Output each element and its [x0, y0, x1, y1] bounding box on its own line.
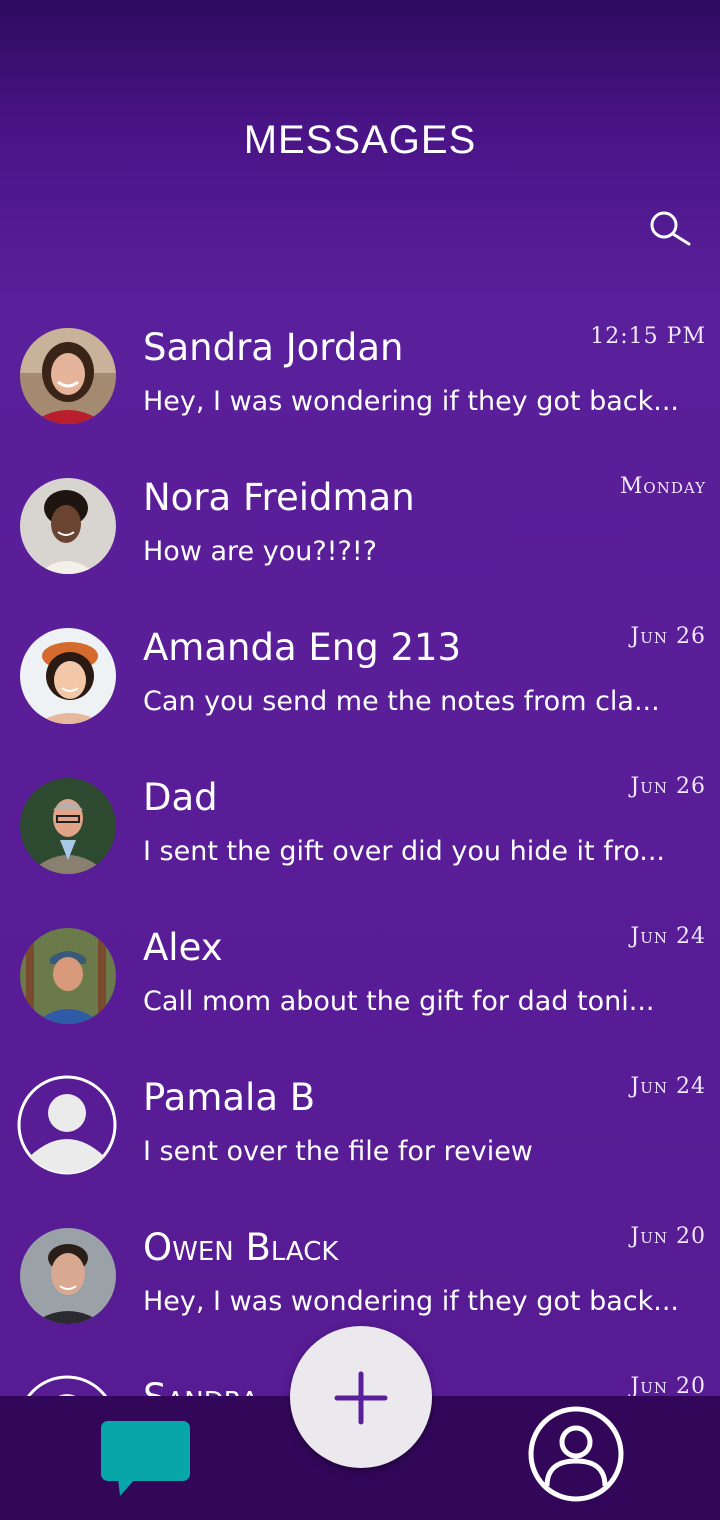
message-time: Jun 24 [630, 924, 706, 949]
conversation-row[interactable]: Sandra Jordan Hey, I was wondering if th… [0, 300, 720, 450]
avatar [20, 778, 116, 874]
default-avatar-icon [17, 1075, 117, 1175]
profile-tab[interactable] [527, 1405, 625, 1503]
conversation-row[interactable]: Amanda Eng 213 Can you send me the notes… [0, 600, 720, 750]
avatar [20, 478, 116, 574]
message-preview: Can you send me the notes from cla... [143, 686, 660, 717]
message-time: Monday [619, 474, 706, 499]
contact-name: Owen Black [143, 1226, 339, 1269]
new-message-button[interactable] [290, 1326, 432, 1468]
message-time: Jun 24 [630, 1074, 706, 1099]
page-title: MESSAGES [243, 118, 477, 162]
message-preview: I sent over the file for review [143, 1136, 533, 1167]
user-icon [528, 1406, 624, 1502]
contact-name: Nora Freidman [143, 476, 415, 519]
conversation-row[interactable]: Pamala B I sent over the file for review… [0, 1050, 720, 1200]
contact-name: Sandra Jordan [143, 326, 404, 369]
avatar [20, 628, 116, 724]
message-preview: I sent the gift over did you hide it fro… [143, 836, 666, 867]
avatar [20, 928, 116, 1024]
message-preview: Hey, I was wondering if they got back... [143, 1286, 679, 1317]
avatar [20, 1228, 116, 1324]
message-time: Jun 20 [630, 1224, 706, 1249]
messages-tab[interactable] [100, 1420, 192, 1498]
message-preview: Call mom about the gift for dad toni... [143, 986, 655, 1017]
message-preview: Hey, I was wondering if they got back... [143, 386, 679, 417]
message-time: 12:15 PM [590, 324, 706, 349]
message-preview: How are you?!?!? [143, 536, 377, 567]
contact-name: Dad [143, 776, 218, 819]
chat-bubble-icon [101, 1421, 190, 1496]
conversation-row[interactable]: Nora Freidman How are you?!?!? Monday [0, 450, 720, 600]
search-button[interactable] [646, 208, 696, 250]
avatar [20, 328, 116, 424]
search-icon [650, 211, 691, 246]
plus-icon [334, 1371, 388, 1425]
message-time: Jun 26 [630, 774, 706, 799]
contact-name: Pamala B [143, 1076, 316, 1119]
contact-name: Alex [143, 926, 223, 969]
conversation-row[interactable]: Alex Call mom about the gift for dad ton… [0, 900, 720, 1050]
avatar [17, 1075, 117, 1175]
conversation-row[interactable]: Dad I sent the gift over did you hide it… [0, 750, 720, 900]
contact-name: Amanda Eng 213 [143, 626, 462, 669]
message-time: Jun 26 [630, 624, 706, 649]
